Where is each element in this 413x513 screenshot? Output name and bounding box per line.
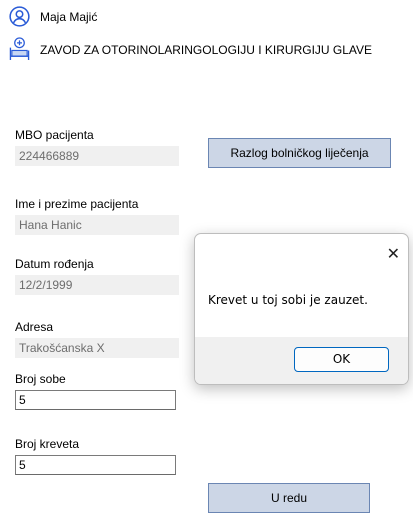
close-icon[interactable]: ✕ <box>387 244 400 263</box>
address-field[interactable]: Trakošćanska X <box>15 338 179 358</box>
message-dialog: ✕ Krevet u toj sobi je zauzet. OK <box>194 233 409 385</box>
department-name: ZAVOD ZA OTORINOLARINGOLOGIJU I KIRURGIJ… <box>40 43 373 57</box>
dob-field[interactable]: 12/2/1999 <box>15 275 179 295</box>
treatment-reason-button[interactable]: Razlog bolničkog liječenja <box>208 138 391 168</box>
address-label: Adresa <box>15 320 54 334</box>
hospital-bed-icon <box>9 37 30 60</box>
bed-number-input[interactable]: 5 <box>15 455 176 475</box>
ok-button[interactable]: U redu <box>208 483 370 513</box>
patient-name-field[interactable]: Hana Hanic <box>15 215 179 235</box>
user-icon <box>9 6 30 27</box>
user-name: Maja Majić <box>40 10 98 24</box>
room-number-input[interactable]: 5 <box>15 390 176 410</box>
mbo-label: MBO pacijenta <box>15 128 94 142</box>
dialog-message: Krevet u toj sobi je zauzet. <box>208 293 368 307</box>
dob-label: Datum rođenja <box>15 257 94 271</box>
dialog-footer: OK <box>195 337 408 384</box>
dialog-ok-button[interactable]: OK <box>294 347 389 372</box>
room-number-label: Broj sobe <box>15 372 66 386</box>
patient-name-label: Ime i prezime pacijenta <box>15 197 139 211</box>
bed-number-label: Broj kreveta <box>15 437 80 451</box>
mbo-field[interactable]: 224466889 <box>15 146 179 166</box>
